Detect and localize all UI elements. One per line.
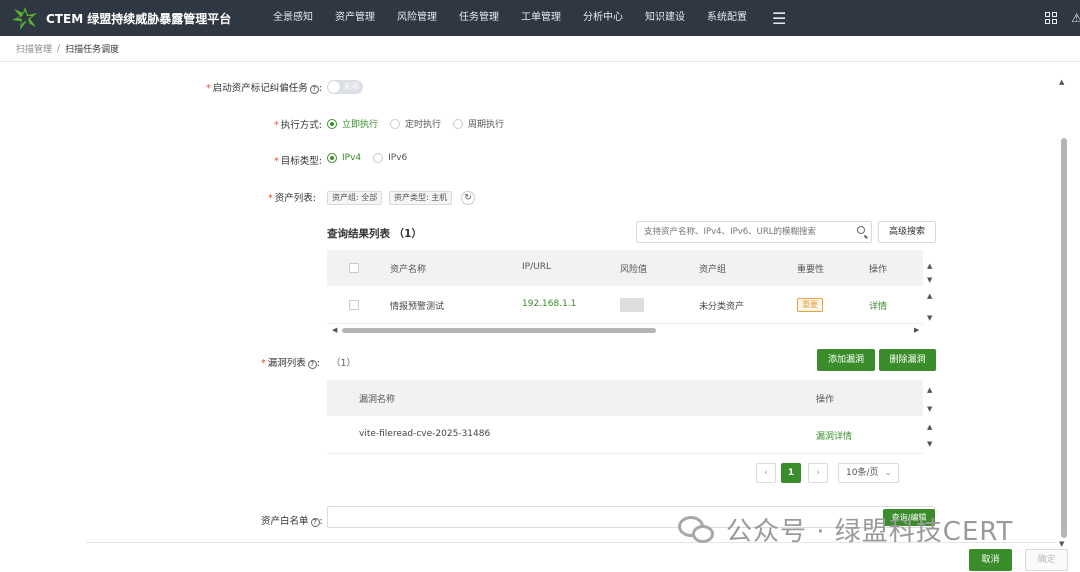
vuln-scroll-down-icon[interactable]: ▼: [927, 405, 932, 413]
asset-tags: 资产组: 全部 资产类型: 主机 ↻: [327, 191, 487, 207]
vuln-name-cell: vite-fileread-cve-2025-31486: [359, 429, 491, 439]
logo-mark-icon: [10, 5, 40, 31]
mark-task-switch[interactable]: 关闭: [327, 80, 363, 94]
col-importance[interactable]: 重要性: [797, 262, 824, 275]
chevron-down-icon: ⌄: [884, 468, 892, 478]
asset-group-tag[interactable]: 资产组: 全部: [327, 191, 383, 205]
select-all-checkbox[interactable]: [349, 263, 359, 273]
ip-cell[interactable]: 192.168.1.1: [522, 299, 576, 309]
table-scroll-down-icon[interactable]: ▼: [927, 276, 932, 284]
table-scroll-up-icon[interactable]: ▲: [927, 262, 932, 270]
radio-ipv6[interactable]: IPv6: [373, 153, 407, 163]
advanced-search-button[interactable]: 高级搜索: [878, 221, 936, 243]
page-scroll-up-icon[interactable]: ▲: [1059, 78, 1064, 86]
asset-detail-link[interactable]: 详情: [869, 299, 887, 312]
mark-task-label: * 启动资产标记纠偏任务?:: [206, 83, 322, 94]
page-scroll-down-icon[interactable]: ▼: [1059, 540, 1064, 548]
search-icon[interactable]: [857, 226, 865, 234]
nav-item-analysis[interactable]: 分析中心: [572, 0, 634, 36]
col-asset-group[interactable]: 资产组: [699, 262, 726, 275]
cancel-button[interactable]: 取消: [969, 549, 1012, 571]
vuln-scroll-up-icon[interactable]: ▲: [927, 386, 932, 394]
hscroll-right-icon[interactable]: ▶: [914, 326, 919, 334]
asset-group-cell: 未分类资产: [699, 302, 745, 312]
alert-icon[interactable]: ⚠: [1071, 11, 1080, 25]
pager-next-button[interactable]: ›: [808, 463, 828, 483]
pager-page-current[interactable]: 1: [781, 463, 801, 483]
whitelist-label: 资产白名单?:: [261, 516, 323, 527]
apps-grid-icon[interactable]: [1045, 12, 1058, 24]
radio-exec-immediate[interactable]: 立即执行: [327, 117, 378, 130]
breadcrumb-current: 扫描任务调度: [65, 45, 120, 55]
add-vuln-button[interactable]: 添加漏洞: [817, 349, 875, 371]
asset-type-tag[interactable]: 资产类型: 主机: [389, 191, 453, 205]
nav-item-knowledge[interactable]: 知识建设: [634, 0, 696, 36]
query-result-title: 查询结果列表 （1）: [327, 228, 422, 240]
col-vuln-name: 漏洞名称: [359, 395, 396, 405]
vuln-detail-link[interactable]: 漏洞详情: [816, 429, 852, 442]
nav-item-risks[interactable]: 风险管理: [386, 0, 448, 36]
breadcrumb-separator: /: [57, 43, 61, 54]
help-icon[interactable]: ?: [310, 518, 320, 527]
row-scroll-down-icon[interactable]: ▼: [927, 314, 932, 322]
asset-name-cell: 情报预警测试: [390, 302, 445, 312]
watermark: 公众号 · 绿盟科技CERT: [678, 511, 1013, 548]
nav-item-assets[interactable]: 资产管理: [324, 0, 386, 36]
vuln-row-scroll-down-icon[interactable]: ▼: [927, 440, 932, 448]
asset-search-input[interactable]: [637, 222, 837, 242]
exec-mode-label: * 执行方式:: [274, 120, 322, 131]
main-nav: 全景感知 资产管理 风险管理 任务管理 工单管理 分析中心 知识建设 系统配置 …: [262, 0, 786, 36]
hscroll-left-icon[interactable]: ◀: [332, 326, 337, 334]
page-size-select[interactable]: 10条/页 ⌄: [838, 463, 899, 483]
table-row: 情报预警测试 192.168.1.1 未分类资产 重要 详情: [327, 286, 923, 324]
nav-item-tasks[interactable]: 任务管理: [448, 0, 510, 36]
radio-ipv4[interactable]: IPv4: [327, 153, 361, 163]
target-type-label: * 目标类型:: [274, 156, 322, 167]
app-logo[interactable]: CTEM 绿盟持续威胁暴露管理平台: [10, 5, 250, 31]
wechat-icon: [678, 515, 716, 544]
confirm-button[interactable]: 确定: [1025, 549, 1068, 571]
help-icon[interactable]: ?: [307, 360, 317, 369]
radio-exec-scheduled[interactable]: 定时执行: [390, 117, 441, 130]
top-right-tools: ⚠: [1045, 0, 1080, 36]
col-vuln-action: 操作: [816, 395, 835, 405]
vuln-table-header: 漏洞名称 操作: [327, 380, 923, 416]
form-content: * 启动资产标记纠偏任务?: 关闭 * 执行方式: 立即执行 定时执行 周期执行 *…: [0, 62, 1080, 572]
horizontal-scrollbar[interactable]: [342, 328, 656, 333]
exec-mode-radio-group: 立即执行 定时执行 周期执行: [327, 117, 516, 130]
asset-list-label: * 资产列表:: [268, 193, 316, 204]
asset-table-header: 资产名称 IP/URL 风险值 资产组 重要性 操作: [327, 250, 923, 286]
vuln-count: （1）: [331, 358, 357, 369]
breadcrumb: 扫描管理 / 扫描任务调度: [0, 36, 1080, 62]
row-checkbox[interactable]: [349, 300, 359, 310]
page-scrollbar[interactable]: [1061, 138, 1067, 538]
radio-exec-periodic[interactable]: 周期执行: [453, 117, 504, 130]
importance-badge: 重要: [797, 298, 823, 312]
delete-vuln-button[interactable]: 删除漏洞: [879, 349, 936, 371]
col-action: 操作: [869, 265, 888, 275]
row-scroll-up-icon[interactable]: ▲: [927, 292, 932, 300]
help-icon[interactable]: ?: [309, 85, 319, 94]
hamburger-icon[interactable]: ☰: [772, 9, 786, 28]
col-risk[interactable]: 风险值: [620, 262, 647, 275]
table-row: vite-fileread-cve-2025-31486 漏洞详情: [327, 416, 923, 454]
pager-prev-button[interactable]: ‹: [756, 463, 776, 483]
breadcrumb-parent[interactable]: 扫描管理: [16, 42, 52, 55]
col-ip-url[interactable]: IP/URL: [522, 262, 551, 272]
nav-item-settings[interactable]: 系统配置: [696, 0, 758, 36]
nav-item-tickets[interactable]: 工单管理: [510, 0, 572, 36]
target-type-radio-group: IPv4 IPv6: [327, 153, 419, 163]
vuln-row-scroll-up-icon[interactable]: ▲: [927, 423, 932, 431]
top-navigation-bar: CTEM 绿盟持续威胁暴露管理平台 全景感知 资产管理 风险管理 任务管理 工单…: [0, 0, 1080, 36]
risk-value-cell: [620, 298, 644, 312]
asset-search-box[interactable]: [636, 221, 872, 243]
vuln-list-label: * 漏洞列表?:: [261, 358, 320, 369]
app-title: CTEM 绿盟持续威胁暴露管理平台: [46, 11, 232, 26]
col-asset-name[interactable]: 资产名称: [390, 262, 426, 275]
nav-item-overview[interactable]: 全景感知: [262, 0, 324, 36]
refresh-icon[interactable]: ↻: [461, 191, 475, 205]
